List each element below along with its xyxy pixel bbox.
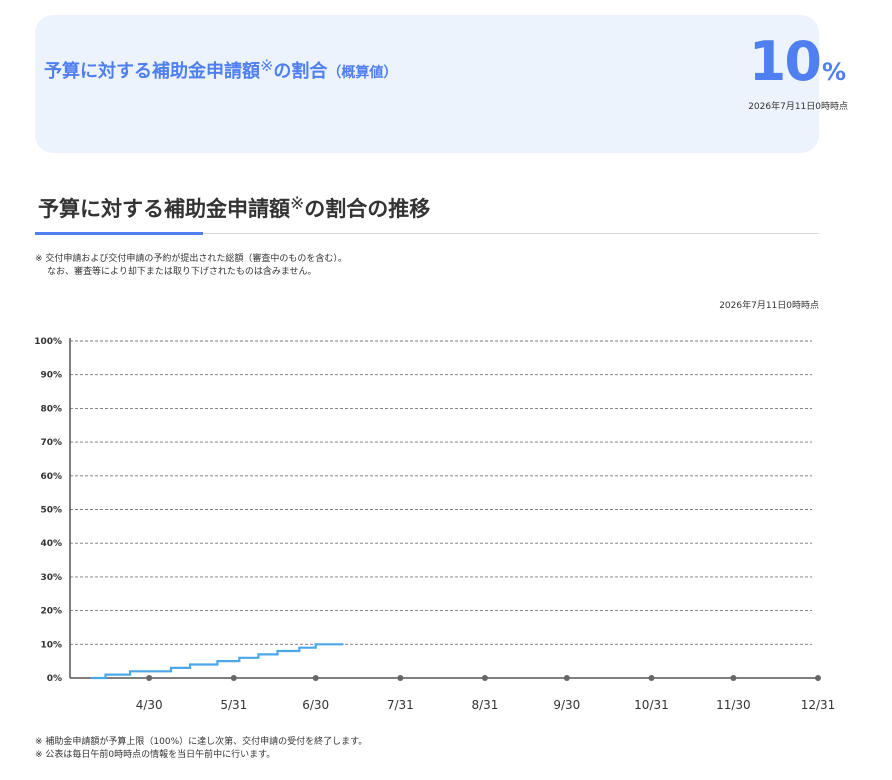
x-tick-label: 6/30 xyxy=(302,698,329,712)
data-point xyxy=(129,673,131,676)
y-tick-label: 0% xyxy=(47,674,62,684)
y-tick-label: 20% xyxy=(40,607,62,617)
data-point xyxy=(276,653,279,656)
footnote-line: ※ 補助金申請額が予算上限（100%）に達し次第、交付申請の受付を終了します。 xyxy=(35,737,368,747)
x-tick-marker xyxy=(230,675,237,681)
data-point xyxy=(314,643,317,646)
x-tick-labels: 4/30 5/31 6/30 7/31 8/31 9/30 10/31 11/30 12/31 xyxy=(136,698,836,712)
summary-card xyxy=(35,15,819,153)
x-tick-label: 11/30 xyxy=(716,698,751,712)
data-point xyxy=(257,653,260,656)
data-point xyxy=(170,667,172,669)
data-point xyxy=(238,656,241,659)
data-point xyxy=(189,667,191,669)
y-tick-label: 100% xyxy=(34,337,62,347)
y-tick-label: 30% xyxy=(40,573,62,583)
approx-label: （概算値） xyxy=(327,65,398,81)
data-point xyxy=(257,656,260,659)
ratio-chart: 0% 10% 20% 30% 40% 50% 60% 70% 80% 90% 100% 4/30 5/… xyxy=(34,337,836,712)
footnotes: ※ 補助金申請額が予算上限（100%）に達し次第、交付申請の受付を終了します。 … xyxy=(35,736,367,762)
series xyxy=(91,643,344,680)
chart-note: ※ 交付申請および交付申請の予約が提出された総額（審査中のものを含む）。 なお、… xyxy=(35,253,347,279)
x-tick-label: 10/31 xyxy=(634,698,669,712)
data-point xyxy=(104,677,107,679)
chart-note-line: ※ 交付申請および交付申請の予約が提出された総額（審査中のものを含む）。 xyxy=(35,254,347,264)
x-tick-marker xyxy=(563,675,570,681)
footnote-mark: ※ xyxy=(260,56,274,75)
data-point xyxy=(216,663,219,666)
y-tick-label: 40% xyxy=(40,539,62,549)
section-accent-bar xyxy=(35,232,203,235)
x-tick-label: 8/31 xyxy=(471,698,498,712)
data-point xyxy=(91,677,93,679)
x-tick-marker xyxy=(815,675,821,681)
footnote-mark: ※ xyxy=(290,194,305,214)
data-point xyxy=(298,646,301,649)
x-tick-marker xyxy=(397,675,404,681)
data-point xyxy=(216,660,219,662)
data-point xyxy=(314,646,317,649)
current-ratio-unit: % xyxy=(821,58,846,86)
y-tick-label: 50% xyxy=(40,506,62,516)
y-tick-label: 10% xyxy=(40,640,62,650)
data-point xyxy=(342,643,344,646)
y-tick-labels: 0% 10% 20% 30% 40% 50% 60% 70% 80% 90% 100% xyxy=(34,337,62,684)
y-tick-label: 90% xyxy=(40,371,62,381)
chart-note-line: なお、審査等により却下または取り下げされたものは含みません。 xyxy=(47,267,317,277)
grid-lines xyxy=(70,340,812,645)
data-point xyxy=(298,650,301,652)
summary-timestamp: 2026年7月11日0時時点 xyxy=(748,102,848,112)
x-tick-label: 12/31 xyxy=(801,698,836,712)
x-tick-label: 7/31 xyxy=(387,698,414,712)
x-tick-marker xyxy=(481,675,488,681)
data-point xyxy=(170,670,172,673)
current-ratio: 10% xyxy=(749,30,846,93)
current-ratio-number: 10 xyxy=(748,30,822,93)
data-point xyxy=(129,670,131,673)
x-tick-label: 4/30 xyxy=(136,698,163,712)
x-tick-marker xyxy=(312,675,319,681)
summary-title: 予算に対する補助金申請額※の割合（概算値） xyxy=(44,56,398,82)
data-point xyxy=(189,663,191,666)
y-tick-label: 60% xyxy=(40,472,62,482)
section-title: 予算に対する補助金申請額※の割合の推移 xyxy=(38,194,431,221)
x-tick-label: 5/31 xyxy=(220,698,247,712)
data-point xyxy=(238,660,241,662)
x-tick-marker xyxy=(146,675,153,681)
x-tick-label: 9/30 xyxy=(553,698,580,712)
y-tick-label: 70% xyxy=(40,438,62,448)
footnote-line: ※ 公表は毎日午前0時時点の情報を当日午前中に行います。 xyxy=(35,750,276,760)
x-tick-marker xyxy=(648,675,655,681)
data-point xyxy=(104,673,107,676)
x-tick-marker xyxy=(730,675,737,681)
y-tick-label: 80% xyxy=(40,404,62,414)
chart-timestamp: 2026年7月11日0時時点 xyxy=(719,301,819,311)
data-point xyxy=(276,650,279,652)
